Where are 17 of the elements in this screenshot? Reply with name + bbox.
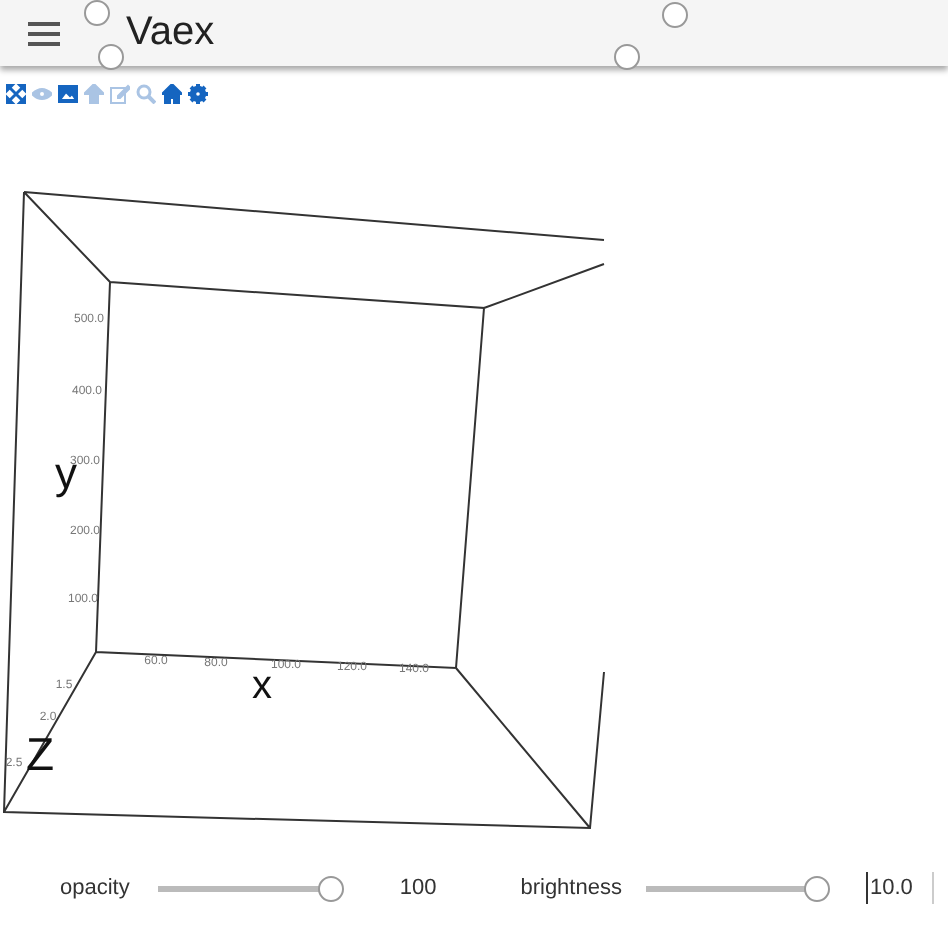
slider[interactable] (157, 875, 344, 901)
app-title: Vaex (126, 10, 215, 56)
settings-icon[interactable] (188, 84, 208, 104)
slider[interactable] (645, 875, 830, 901)
slider-value: 100 (399, 876, 437, 900)
image-icon[interactable] (58, 84, 78, 104)
expand-icon[interactable] (6, 84, 26, 104)
handle[interactable] (84, 0, 110, 26)
handle[interactable] (614, 44, 640, 70)
input-field[interactable]: 10.0 (865, 872, 935, 904)
slider-label: opacity (60, 876, 130, 900)
menu-icon[interactable] (28, 21, 60, 45)
handle[interactable] (98, 44, 124, 70)
axis-label: x (252, 664, 272, 708)
home-icon[interactable] (162, 84, 182, 104)
handle[interactable] (662, 2, 688, 28)
slider-label: brightness (520, 876, 622, 900)
